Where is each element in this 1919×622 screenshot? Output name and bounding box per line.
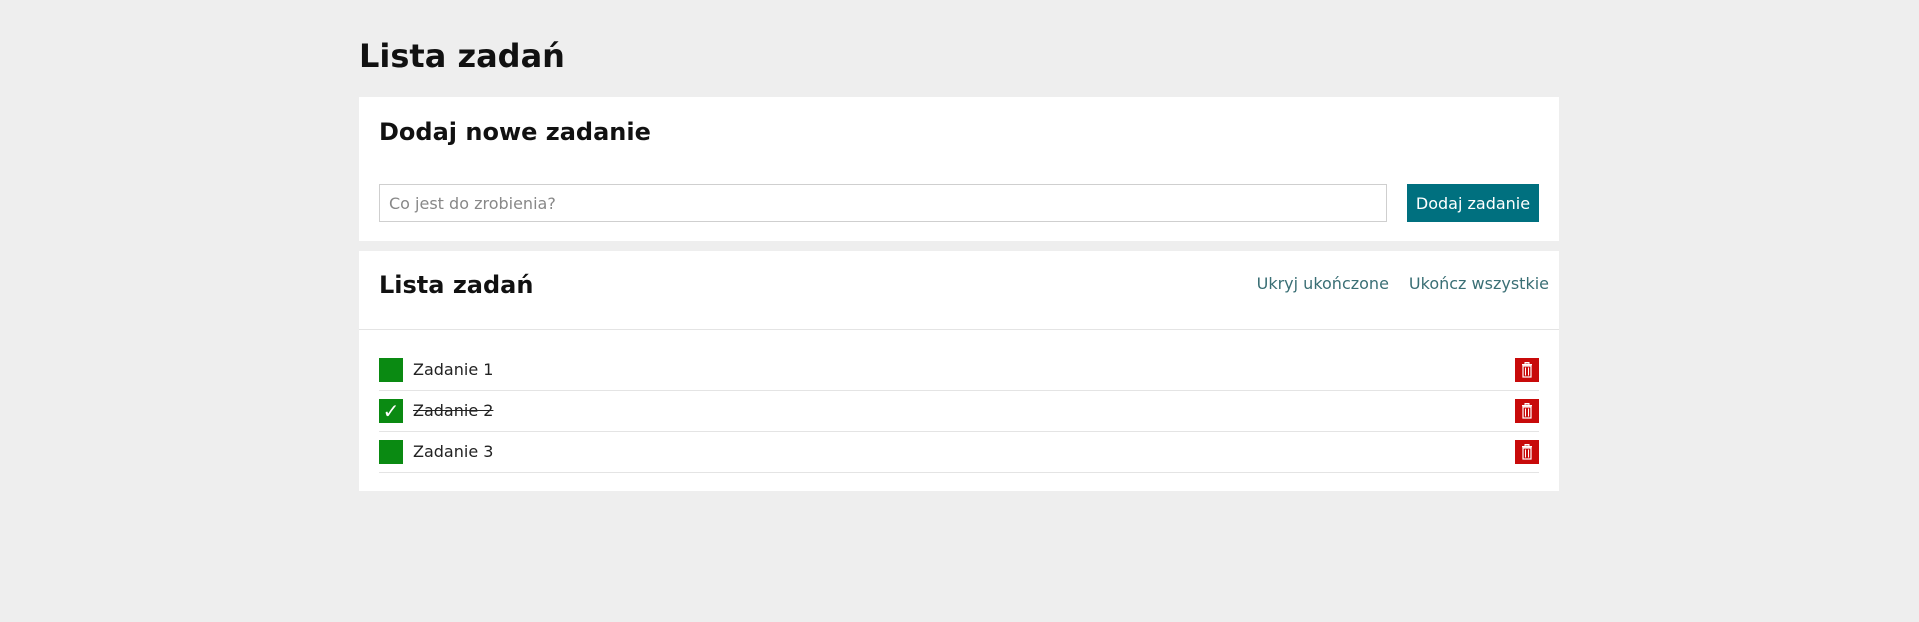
add-task-form: Dodaj zadanie: [379, 184, 1539, 222]
delete-task-button[interactable]: [1515, 399, 1539, 423]
task-checkbox[interactable]: ✓: [379, 399, 403, 423]
task-item: Zadanie 3: [379, 432, 1539, 473]
complete-all-link[interactable]: Ukończ wszystkie: [1409, 274, 1549, 294]
task-list-title: Lista zadań: [379, 271, 534, 299]
delete-task-button[interactable]: [1515, 358, 1539, 382]
delete-task-button[interactable]: [1515, 440, 1539, 464]
add-task-button[interactable]: Dodaj zadanie: [1407, 184, 1539, 222]
hide-completed-link[interactable]: Ukryj ukończone: [1257, 274, 1389, 294]
task-item: Zadanie 1: [379, 350, 1539, 391]
task-list-card: Lista zadań Ukryj ukończone Ukończ wszys…: [359, 251, 1559, 491]
check-icon: ✓: [382, 399, 400, 423]
task-checkbox[interactable]: [379, 440, 403, 464]
task-list-header: Lista zadań Ukryj ukończone Ukończ wszys…: [359, 251, 1559, 330]
trash-icon: [1522, 403, 1532, 419]
task-label: Zadanie 1: [413, 360, 494, 379]
task-item: ✓ Zadanie 2: [379, 391, 1539, 432]
task-list: Zadanie 1 ✓ Zadanie 2 Zadanie 3: [379, 350, 1539, 473]
page-title: Lista zadań: [359, 37, 565, 75]
task-label: Zadanie 2: [413, 401, 494, 420]
add-task-card: Dodaj nowe zadanie Dodaj zadanie: [359, 97, 1559, 241]
trash-icon: [1522, 362, 1532, 378]
task-checkbox[interactable]: [379, 358, 403, 382]
add-task-title: Dodaj nowe zadanie: [379, 118, 651, 146]
task-label: Zadanie 3: [413, 442, 494, 461]
new-task-input[interactable]: [379, 184, 1387, 222]
trash-icon: [1522, 444, 1532, 460]
todo-app: Lista zadań Dodaj nowe zadanie Dodaj zad…: [359, 34, 1559, 491]
task-list-actions: Ukryj ukończone Ukończ wszystkie: [1257, 274, 1549, 294]
